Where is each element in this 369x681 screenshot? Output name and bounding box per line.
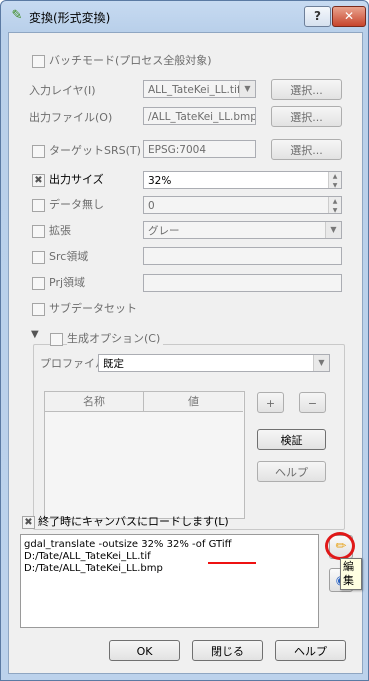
output-size-checkbox[interactable]: ✖ <box>32 174 45 187</box>
output-size-spinbox[interactable]: 32% ▲ ▼ <box>143 171 342 189</box>
profile-label: プロファイル <box>40 357 106 370</box>
validate-button[interactable]: 検証 <box>257 429 326 450</box>
spin-arrows-icon[interactable]: ▲ ▼ <box>328 172 341 188</box>
red-circle-annotation <box>325 532 355 560</box>
edit-tooltip: 編集 <box>340 558 362 590</box>
input-layer-label: 入力レイヤ(I) <box>29 84 96 97</box>
title-bar[interactable]: ✎ 変換(形式変換) ? ✕ <box>1 1 368 31</box>
creation-options-title: 生成オプション(C) <box>67 330 164 346</box>
target-srs-input[interactable]: EPSG:7004 <box>143 140 256 158</box>
no-data-spinbox[interactable]: 0 ▲ ▼ <box>143 196 342 214</box>
qgis-icon: ✎ <box>11 8 23 23</box>
batch-mode-label: バッチモード(プロセス全般対象) <box>49 54 212 67</box>
chevron-down-icon: ▼ <box>313 355 329 371</box>
options-table[interactable]: 名称 値 <box>44 391 245 519</box>
chevron-down-icon: ▼ <box>239 81 255 97</box>
input-layer-select[interactable]: ALL_TateKei_LL.tif ▼ <box>143 80 256 98</box>
collapse-triangle-icon[interactable]: ▼ <box>31 329 39 340</box>
column-header-value[interactable]: 値 <box>144 392 243 412</box>
window-title: 変換(形式変換) <box>29 11 111 25</box>
subdataset-checkbox[interactable] <box>32 303 45 316</box>
output-file-label: 出力ファイル(O) <box>29 111 113 124</box>
no-data-value: 0 <box>148 200 155 212</box>
command-line-1: gdal_translate -outsize 32% 32% -of GTif… <box>24 539 232 550</box>
dialog-body: バッチモード(プロセス全般対象) 入力レイヤ(I) ALL_TateKei_LL… <box>8 32 363 674</box>
red-underline-annotation <box>208 562 256 564</box>
src-area-input[interactable] <box>143 247 342 265</box>
profile-select[interactable]: 既定 ▼ <box>98 354 330 372</box>
target-srs-label: ターゲットSRS(T) <box>49 144 141 157</box>
question-icon: ? <box>314 9 321 23</box>
command-line-3: D:/Tate/ALL_TateKei_LL.bmp <box>24 563 163 574</box>
prj-area-checkbox[interactable] <box>32 277 45 290</box>
subdataset-label: サブデータセット <box>49 302 137 315</box>
expand-value: グレー <box>148 225 180 237</box>
profile-value: 既定 <box>103 358 124 370</box>
spin-arrows-icon[interactable]: ▲ ▼ <box>328 197 341 213</box>
output-select-button[interactable]: 選択... <box>271 106 342 127</box>
input-select-button[interactable]: 選択... <box>271 79 342 100</box>
src-area-label: Src領域 <box>49 250 89 263</box>
expand-checkbox[interactable] <box>32 225 45 238</box>
close-button[interactable]: 閉じる <box>192 640 263 661</box>
output-file-input[interactable]: /ALL_TateKei_LL.bmp <box>143 107 256 125</box>
expand-select[interactable]: グレー ▼ <box>143 221 342 239</box>
column-header-name[interactable]: 名称 <box>45 392 144 412</box>
help-button[interactable]: ヘルプ <box>275 640 346 661</box>
ok-button[interactable]: OK <box>109 640 180 661</box>
command-textarea[interactable]: gdal_translate -outsize 32% 32% -of GTif… <box>20 534 319 628</box>
help-title-button[interactable]: ? <box>304 6 331 27</box>
options-help-button[interactable]: ヘルプ <box>257 461 326 482</box>
creation-options-checkbox[interactable] <box>50 333 63 346</box>
close-icon: ✕ <box>343 9 355 23</box>
command-line-2: D:/Tate/ALL_TateKei_LL.tif <box>24 551 151 562</box>
load-on-finish-checkbox[interactable]: ✖ <box>22 516 35 529</box>
output-size-label: 出力サイズ <box>49 173 104 186</box>
no-data-label: データ無し <box>49 198 104 211</box>
chevron-down-icon: ▼ <box>325 222 341 238</box>
srs-select-button[interactable]: 選択... <box>271 139 342 160</box>
output-size-value: 32% <box>148 175 172 187</box>
remove-option-button[interactable]: − <box>299 392 326 413</box>
load-on-finish-label: 終了時にキャンバスにロードします(L) <box>38 515 229 528</box>
batch-mode-checkbox[interactable] <box>32 55 45 68</box>
prj-area-input[interactable] <box>143 274 342 292</box>
prj-area-label: Prj領域 <box>49 276 86 289</box>
target-srs-checkbox[interactable] <box>32 145 45 158</box>
add-option-button[interactable]: + <box>257 392 284 413</box>
close-title-button[interactable]: ✕ <box>332 6 366 27</box>
dialog-window: ✎ 変換(形式変換) ? ✕ バッチモード(プロセス全般対象) 入力レイヤ(I)… <box>0 0 369 681</box>
input-layer-value: ALL_TateKei_LL.tif <box>148 84 241 96</box>
expand-label: 拡張 <box>49 224 71 237</box>
no-data-checkbox[interactable] <box>32 199 45 212</box>
src-area-checkbox[interactable] <box>32 251 45 264</box>
